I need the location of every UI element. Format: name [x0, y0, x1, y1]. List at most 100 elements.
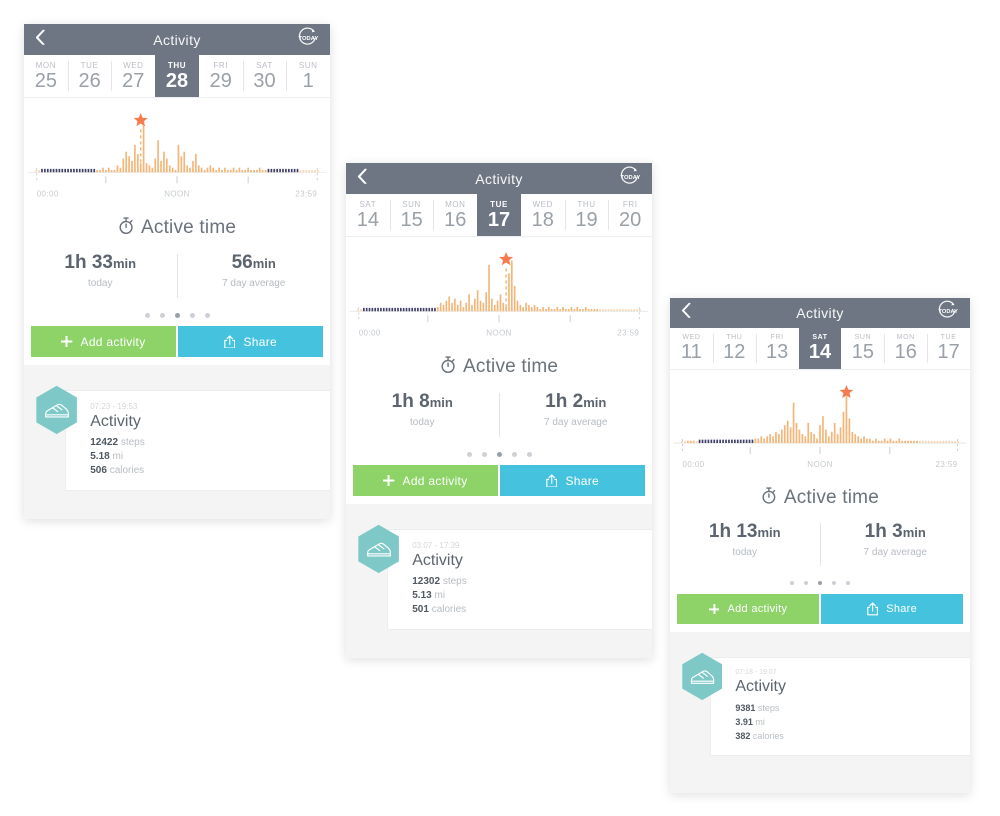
- day-number: 16: [444, 208, 467, 231]
- carousel-dot-3[interactable]: [174, 312, 180, 318]
- today-button[interactable]: TODAY: [936, 299, 960, 328]
- day-cell-28[interactable]: THU 28: [155, 55, 199, 97]
- day-cell-13[interactable]: FRI 13: [755, 328, 799, 369]
- stat-hours-today: 1h: [708, 521, 737, 542]
- activity-metric-unit-distance: mi: [434, 590, 446, 601]
- day-number: 17: [937, 341, 960, 363]
- day-cell-29[interactable]: FRI 29: [198, 55, 243, 97]
- day-cell-17[interactable]: TUE 17: [927, 328, 970, 369]
- carousel-dot-2[interactable]: [159, 312, 165, 318]
- day-cell-17[interactable]: TUE 17: [477, 194, 521, 236]
- share-label: Share: [243, 334, 277, 349]
- date-selector-strip[interactable]: WED 11 THU 12 FRI 13 SAT 14 SUN 15 MON 16 TUE 17: [670, 328, 970, 370]
- day-cell-20[interactable]: FRI 20: [608, 194, 652, 236]
- carousel-dot-3[interactable]: [496, 451, 502, 457]
- day-weekday: FRI: [770, 334, 784, 341]
- day-number: 29: [209, 69, 232, 92]
- stat-value-today: 1h 13min: [670, 521, 820, 543]
- add-activity-button[interactable]: Add activity: [31, 326, 176, 357]
- day-cell-1[interactable]: SUN 1: [286, 55, 330, 97]
- svg-text:TODAY: TODAY: [299, 35, 319, 41]
- panel-3: Activity TODAY WED 11 THU 12 FRI 13 SAT 14 SUN 15 MO…: [670, 298, 970, 793]
- svg-text:23:59: 23:59: [935, 460, 957, 469]
- share-button[interactable]: Share: [821, 594, 963, 624]
- today-button[interactable]: TODAY: [618, 164, 642, 193]
- add-activity-button[interactable]: Add activity: [677, 594, 819, 624]
- day-weekday: SUN: [402, 199, 421, 209]
- stat-average: 1h 3min 7 day average: [821, 521, 971, 572]
- activity-metric-unit-distance: mi: [755, 717, 765, 727]
- back-chevron-icon[interactable]: [681, 302, 691, 323]
- add-activity-button[interactable]: Add activity: [353, 465, 498, 496]
- day-number: 28: [165, 69, 189, 92]
- day-cell-30[interactable]: SAT 30: [242, 55, 287, 97]
- stat-unit-today: min: [757, 525, 781, 540]
- day-cell-27[interactable]: WED 27: [111, 55, 156, 97]
- activity-metric-unit-calories: calories: [109, 465, 145, 476]
- date-selector-strip[interactable]: MON 25 TUE 26 WED 27 THU 28 FRI 29 SAT 30 SUN 1: [24, 55, 330, 98]
- day-cell-19[interactable]: THU 19: [564, 194, 609, 236]
- active-time-label: Active time: [141, 217, 237, 238]
- stat-caption-today: today: [732, 547, 757, 558]
- day-cell-18[interactable]: WED 18: [520, 194, 565, 236]
- activity-card[interactable]: 07:23 - 19:53 Activity 12422 steps 5.18 mi 5…: [65, 390, 330, 491]
- stats-row: 1h 33min today 56min 7 day average: [24, 246, 330, 304]
- back-chevron-icon[interactable]: [35, 28, 45, 50]
- carousel-dots[interactable]: [670, 572, 970, 594]
- carousel-dot-5[interactable]: [846, 581, 850, 585]
- stat-minutes-today: 33: [91, 252, 113, 273]
- stat-today: 1h 33min today: [24, 252, 177, 304]
- activity-card[interactable]: 03:07 - 17:39 Activity 12302 steps 5.13 mi 5…: [387, 529, 652, 630]
- carousel-dot-5[interactable]: [204, 312, 210, 318]
- day-number: 11: [681, 341, 702, 363]
- stats-row: 1h 13min today 1h 3min 7 day average: [670, 515, 970, 572]
- carousel-dot-1[interactable]: [466, 451, 472, 457]
- day-cell-26[interactable]: TUE 26: [67, 55, 112, 97]
- day-cell-14[interactable]: SAT 14: [798, 328, 842, 369]
- carousel-dot-4[interactable]: [511, 451, 517, 457]
- stat-caption-today: today: [410, 417, 435, 428]
- carousel-dot-2[interactable]: [804, 581, 808, 585]
- active-time-heading: Active time: [670, 480, 970, 515]
- day-cell-16[interactable]: MON 16: [884, 328, 928, 369]
- activity-metric-value-distance: 3.91: [735, 717, 753, 727]
- activity-metric-calories: 382 calories: [735, 729, 960, 743]
- carousel-dot-5[interactable]: [526, 451, 532, 457]
- activity-metric-calories: 501 calories: [412, 603, 642, 617]
- day-cell-16[interactable]: MON 16: [433, 194, 478, 236]
- day-cell-11[interactable]: WED 11: [670, 328, 713, 369]
- day-weekday: TUE: [940, 334, 957, 341]
- carousel-dot-1[interactable]: [144, 312, 150, 318]
- day-cell-12[interactable]: THU 12: [712, 328, 756, 369]
- carousel-dot-4[interactable]: [832, 581, 836, 585]
- day-cell-15[interactable]: SUN 15: [389, 194, 434, 236]
- share-button[interactable]: Share: [178, 326, 323, 357]
- carousel-dot-4[interactable]: [189, 312, 195, 318]
- activity-metric-value-steps: 12422: [90, 437, 119, 448]
- action-button-row: Add activity Share: [670, 594, 970, 632]
- chart-container: 00:00 NOON 23:59: [346, 237, 652, 349]
- today-button[interactable]: TODAY: [296, 25, 320, 54]
- day-cell-14[interactable]: SAT 14: [346, 194, 390, 236]
- activity-metric-distance: 5.18 mi: [90, 450, 320, 464]
- day-cell-15[interactable]: SUN 15: [841, 328, 885, 369]
- carousel-dot-3[interactable]: [818, 581, 822, 585]
- carousel-dot-2[interactable]: [481, 451, 487, 457]
- share-upload-icon: [224, 334, 236, 349]
- day-weekday: MON: [35, 60, 57, 70]
- date-selector-strip[interactable]: SAT 14 SUN 15 MON 16 TUE 17 WED 18 THU 19 FRI 20: [346, 194, 652, 237]
- carousel-dots[interactable]: [346, 443, 652, 465]
- active-time-heading: Active time: [346, 349, 652, 385]
- activity-metric-steps: 12302 steps: [412, 575, 642, 589]
- day-weekday: WED: [123, 60, 144, 70]
- day-cell-25[interactable]: MON 25: [24, 55, 68, 97]
- svg-text:NOON: NOON: [807, 460, 833, 469]
- share-button[interactable]: Share: [500, 465, 645, 496]
- activity-card-zone: 03:07 - 17:39 Activity 12302 steps 5.13 mi 5…: [346, 504, 652, 630]
- back-chevron-icon[interactable]: [357, 167, 367, 189]
- stopwatch-icon: [118, 216, 134, 240]
- stat-minutes-average: 56: [231, 252, 253, 273]
- carousel-dots[interactable]: [24, 304, 330, 326]
- carousel-dot-1[interactable]: [790, 581, 794, 585]
- activity-card[interactable]: 07:18 - 19:07 Activity 9381 steps 3.91 mi 38…: [710, 657, 970, 756]
